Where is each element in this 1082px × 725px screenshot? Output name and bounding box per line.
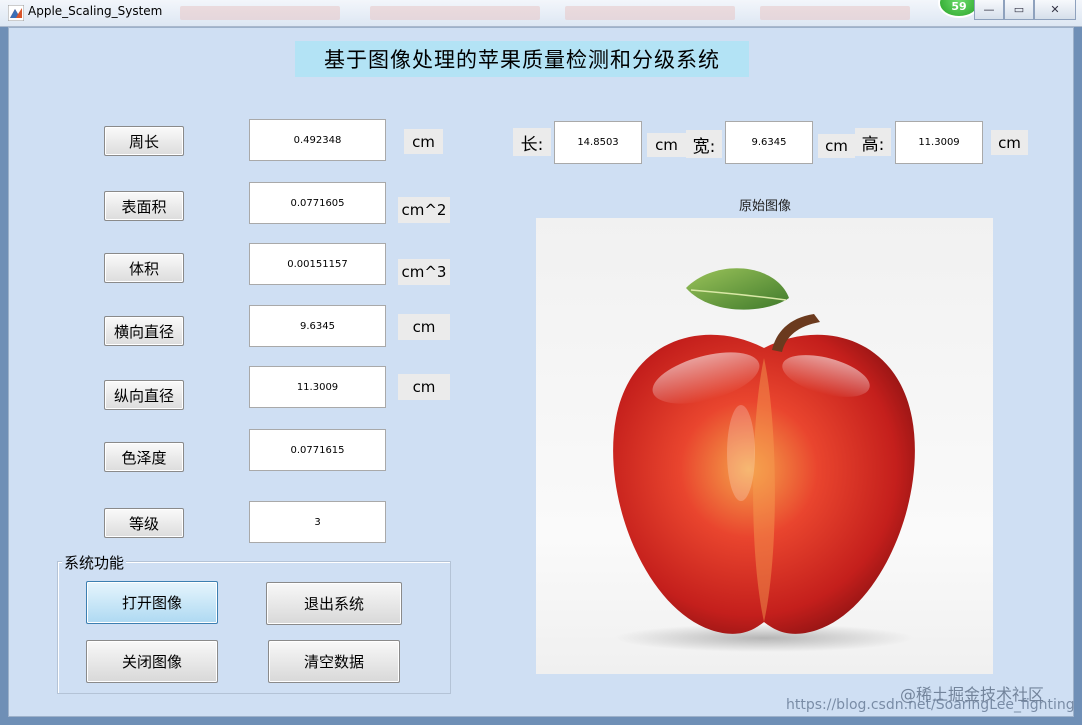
clear-data-button[interactable]: 清空数据 (268, 640, 400, 683)
surface-area-value[interactable]: 0.0771605 (249, 182, 386, 224)
background-tab (565, 6, 735, 20)
background-tab (370, 6, 540, 20)
horizontal-diameter-value[interactable]: 9.6345 (249, 305, 386, 347)
length-value[interactable]: 14.8503 (554, 121, 642, 164)
grade-value[interactable]: 3 (249, 501, 386, 543)
vertical-diameter-unit: cm (398, 374, 450, 400)
width-unit: cm (818, 134, 855, 158)
volume-unit: cm^3 (398, 259, 450, 285)
minimize-button[interactable]: — (974, 0, 1004, 20)
height-unit: cm (991, 130, 1028, 155)
height-label: 高: (855, 128, 891, 156)
vertical-diameter-button[interactable]: 纵向直径 (104, 380, 184, 410)
open-image-button[interactable]: 打开图像 (86, 581, 218, 624)
restore-button[interactable]: ▭ (1004, 0, 1034, 20)
horizontal-diameter-unit: cm (398, 314, 450, 340)
volume-button[interactable]: 体积 (104, 253, 184, 283)
surface-area-unit: cm^2 (398, 197, 450, 223)
horizontal-diameter-button[interactable]: 横向直径 (104, 316, 184, 346)
background-tab (180, 6, 340, 20)
watermark-url: https://blog.csdn.net/SoaringLee_fightin… (786, 697, 1075, 713)
perimeter-value[interactable]: 0.492348 (249, 119, 386, 161)
panel-title: 系统功能 (62, 552, 127, 573)
volume-value[interactable]: 0.00151157 (249, 243, 386, 285)
vertical-diameter-value[interactable]: 11.3009 (249, 366, 386, 408)
close-image-button[interactable]: 关闭图像 (86, 640, 218, 683)
exit-system-button[interactable]: 退出系统 (266, 582, 402, 625)
background-tab (760, 6, 910, 20)
matlab-icon (8, 5, 24, 21)
height-value[interactable]: 11.3009 (895, 121, 983, 164)
window-title: Apple_Scaling_System (28, 4, 163, 18)
width-value[interactable]: 9.6345 (725, 121, 813, 164)
length-unit: cm (647, 133, 686, 157)
color-degree-value[interactable]: 0.0771615 (249, 429, 386, 471)
image-caption: 原始图像 (738, 199, 791, 214)
close-button[interactable]: ✕ (1034, 0, 1076, 20)
perimeter-button[interactable]: 周长 (104, 126, 184, 156)
color-degree-button[interactable]: 色泽度 (104, 442, 184, 472)
page-title: 基于图像处理的苹果质量检测和分级系统 (295, 41, 749, 77)
grade-button[interactable]: 等级 (104, 508, 184, 538)
width-label: 宽: (686, 130, 722, 158)
image-axes (536, 218, 993, 674)
window-controls: — ▭ ✕ (974, 0, 1076, 20)
window-titlebar[interactable]: Apple_Scaling_System 59 — ▭ ✕ (0, 0, 1082, 27)
apple-image (613, 268, 915, 652)
perimeter-unit: cm (404, 129, 443, 154)
length-label: 长: (513, 128, 551, 156)
surface-area-button[interactable]: 表面积 (104, 191, 184, 221)
